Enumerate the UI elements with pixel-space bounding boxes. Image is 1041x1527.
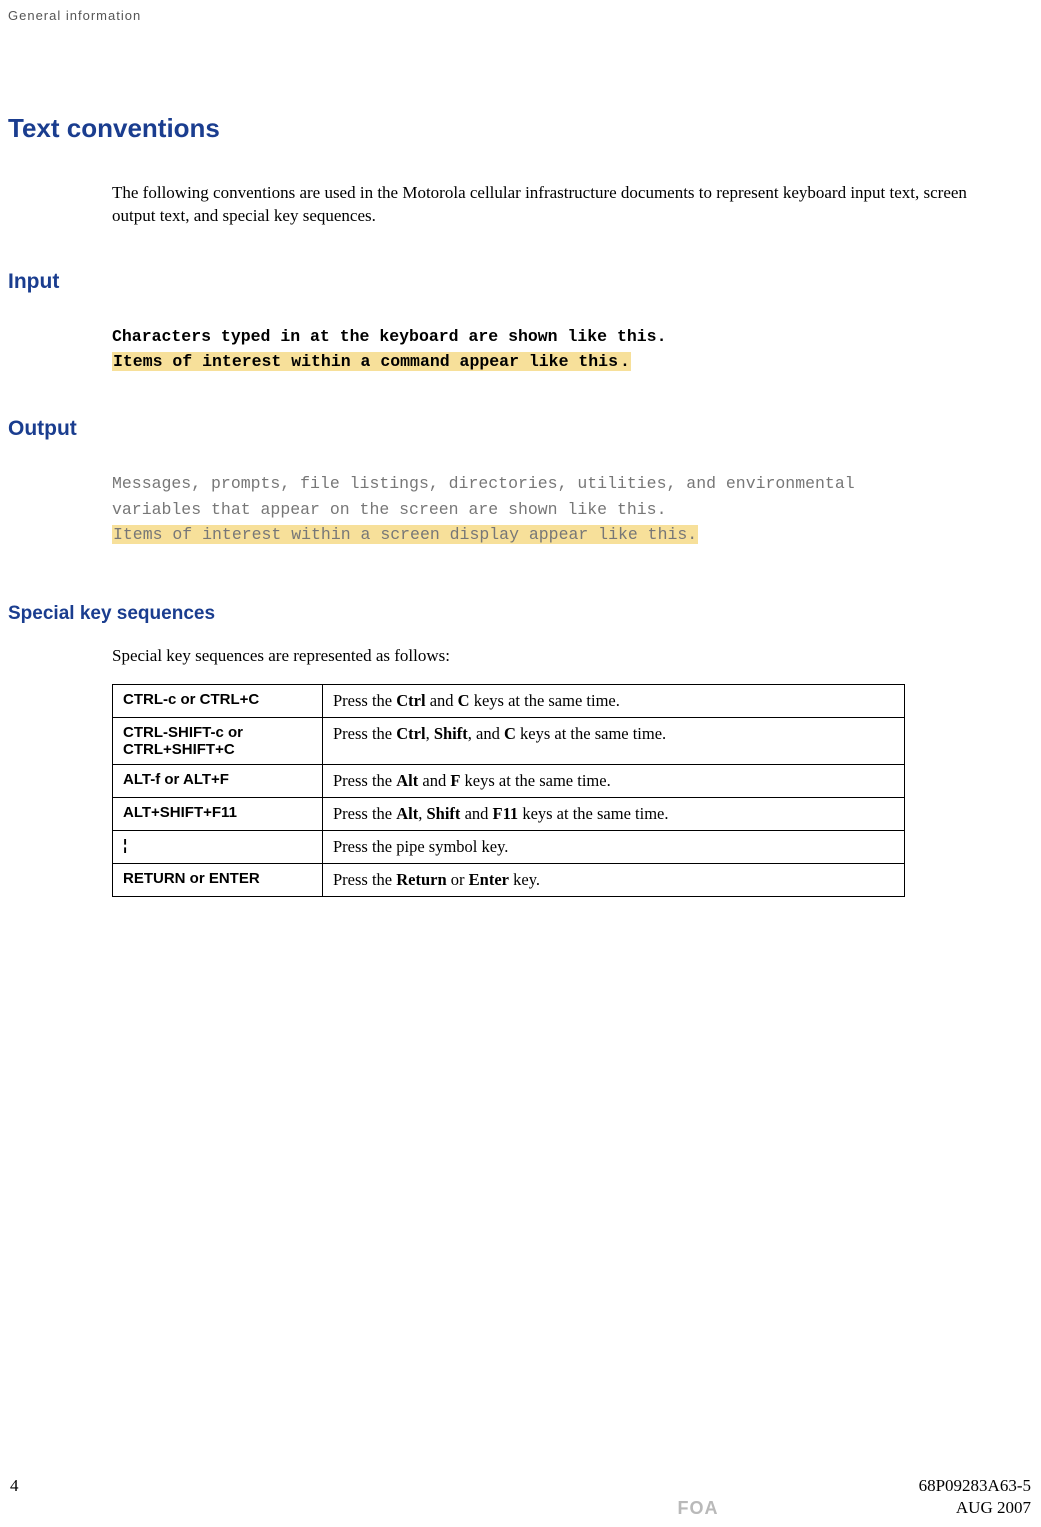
t: keys at the same time.: [516, 724, 666, 743]
page-title: Text conventions: [8, 113, 1033, 144]
table-row: CTRL-c or CTRL+C Press the Ctrl and C ke…: [113, 684, 905, 717]
t: Press the: [333, 691, 396, 710]
page-number: 4: [10, 1476, 19, 1496]
output-line1: Messages, prompts, file listings, direct…: [112, 474, 855, 493]
t: Ctrl: [396, 691, 425, 710]
table-row: ¦ Press the pipe symbol key.: [113, 830, 905, 863]
t: Press the: [333, 804, 396, 823]
section-heading-special: Special key sequences: [8, 603, 1033, 625]
t: keys at the same time.: [470, 691, 620, 710]
t: Alt: [396, 771, 418, 790]
t: keys at the same time.: [518, 804, 668, 823]
doc-number: 68P09283A63-5: [919, 1476, 1031, 1496]
input-line1-tail: .: [657, 327, 667, 346]
section-heading-input: Input: [8, 270, 1033, 294]
special-intro: Special key sequences are represented as…: [112, 645, 973, 668]
t: Press the: [333, 771, 396, 790]
table-row: ALT+SHIFT+F11 Press the Alt, Shift and F…: [113, 797, 905, 830]
t: and: [418, 771, 450, 790]
t: Enter: [469, 870, 509, 889]
t: Ctrl: [396, 724, 425, 743]
t: Shift: [427, 804, 461, 823]
table-row: RETURN or ENTER Press the Return or Ente…: [113, 863, 905, 896]
desc-cell: Press the pipe symbol key.: [323, 830, 905, 863]
t: Return: [396, 870, 446, 889]
t: or: [447, 870, 469, 889]
footer-center: FOA: [677, 1498, 718, 1519]
desc-cell: Press the Alt, Shift and F11 keys at the…: [323, 797, 905, 830]
input-line2-highlight: Items of interest within a command appea…: [112, 352, 619, 371]
t: Shift: [434, 724, 468, 743]
t: and: [460, 804, 492, 823]
t: ,: [418, 804, 426, 823]
desc-cell: Press the Alt and F keys at the same tim…: [323, 764, 905, 797]
input-sample: Characters typed in at the keyboard are …: [112, 324, 993, 375]
t: keys at the same time.: [460, 771, 610, 790]
desc-cell: Press the Ctrl and C keys at the same ti…: [323, 684, 905, 717]
key-cell: ALT+SHIFT+F11: [113, 797, 323, 830]
input-line1: Characters typed in at the keyboard are …: [112, 327, 657, 346]
t: C: [458, 691, 470, 710]
t: ,: [426, 724, 434, 743]
key-cell: RETURN or ENTER: [113, 863, 323, 896]
t: F11: [493, 804, 519, 823]
page-footer: 4 68P09283A63-5 FOA AUG 2007: [0, 1476, 1041, 1519]
t: C: [504, 724, 516, 743]
t: Alt: [396, 804, 418, 823]
desc-cell: Press the Ctrl, Shift, and C keys at the…: [323, 717, 905, 764]
footer-date: AUG 2007: [956, 1498, 1031, 1519]
output-sample: Messages, prompts, file listings, direct…: [112, 471, 993, 548]
table-row: CTRL-SHIFT-c or CTRL+SHIFT+C Press the C…: [113, 717, 905, 764]
t: Press the: [333, 724, 396, 743]
key-cell: CTRL-SHIFT-c or CTRL+SHIFT+C: [113, 717, 323, 764]
output-line2: variables that appear on the screen are …: [112, 500, 667, 519]
desc-cell: Press the Return or Enter key.: [323, 863, 905, 896]
output-line3-highlight: Items of interest within a screen displa…: [112, 525, 698, 544]
t: Press the pipe symbol key.: [333, 837, 508, 856]
t: Press the: [333, 870, 396, 889]
key-cell: CTRL-c or CTRL+C: [113, 684, 323, 717]
running-header: General information: [8, 8, 1033, 23]
intro-paragraph: The following conventions are used in th…: [112, 182, 973, 228]
t: , and: [468, 724, 504, 743]
t: and: [426, 691, 458, 710]
key-cell: ALT-f or ALT+F: [113, 764, 323, 797]
input-line2-tail: .: [619, 352, 631, 371]
t: F: [450, 771, 460, 790]
section-heading-output: Output: [8, 417, 1033, 441]
key-sequence-table: CTRL-c or CTRL+C Press the Ctrl and C ke…: [112, 684, 905, 897]
key-cell: ¦: [113, 830, 323, 863]
t: key.: [509, 870, 540, 889]
table-row: ALT-f or ALT+F Press the Alt and F keys …: [113, 764, 905, 797]
